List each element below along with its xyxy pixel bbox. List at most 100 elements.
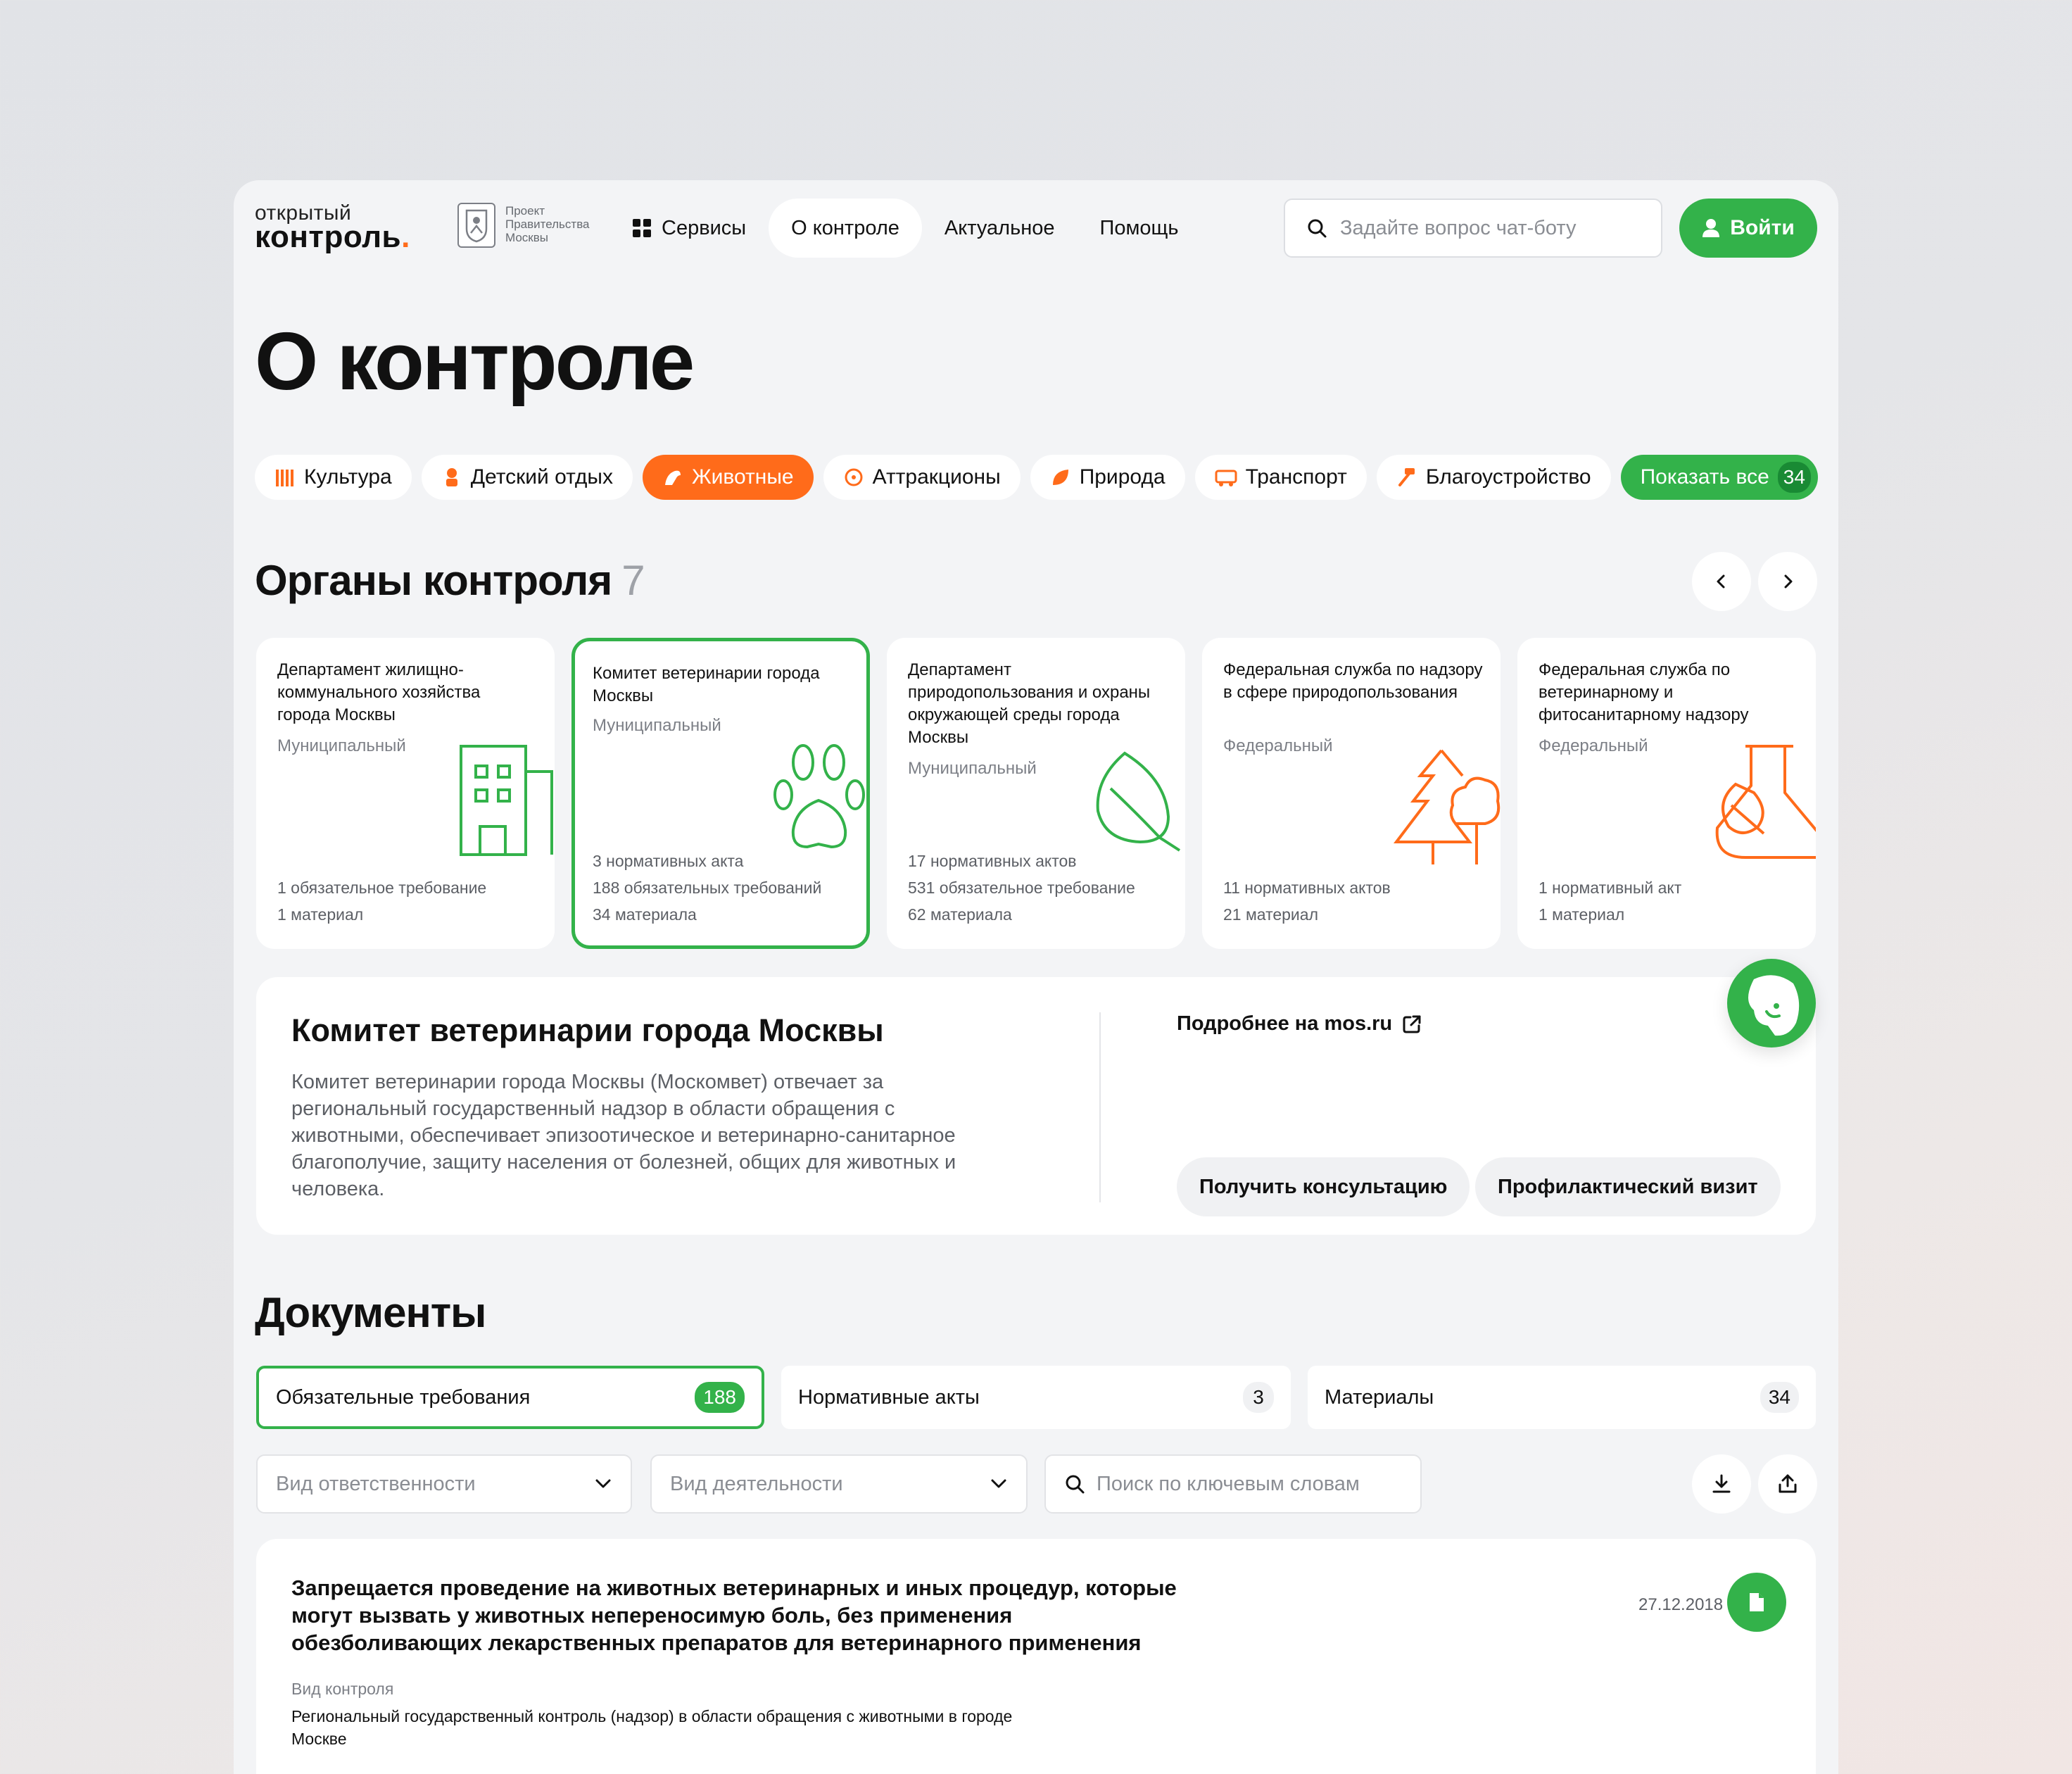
authorities-count: 7 [621, 557, 645, 604]
trees-icon [1393, 749, 1501, 864]
search-icon [1308, 219, 1327, 238]
chip-kids-label: Детский отдых [470, 465, 613, 489]
tab-normative-acts[interactable]: Нормативные акты 3 [781, 1366, 1291, 1429]
card-type: Муниципальный [277, 736, 406, 755]
ferris-wheel-icon [845, 468, 863, 486]
card-stat: 17 нормативных актов [908, 852, 1077, 870]
user-icon [1703, 219, 1720, 237]
chip-kids[interactable]: Детский отдых [421, 455, 633, 500]
carousel-prev-button[interactable] [1692, 552, 1751, 611]
building-icon [460, 745, 553, 856]
mos-ru-link[interactable]: Подробнее на mos.ru [1177, 1012, 1422, 1036]
card-stat: 11 нормативных актов [1223, 879, 1391, 897]
carousel-next-button[interactable] [1758, 552, 1817, 611]
card-name: Комитет ветеринарии города Москвы [593, 664, 820, 705]
chip-attractions[interactable]: Аттракционы [823, 455, 1021, 500]
chip-improvement[interactable]: Благоустройство [1376, 455, 1611, 500]
external-link-icon [1403, 1015, 1421, 1033]
chatbot-button[interactable] [1727, 959, 1816, 1048]
chip-culture[interactable]: Культура [255, 455, 412, 500]
moscow-crest-icon [457, 203, 495, 248]
preventive-visit-button[interactable]: Профилактический визит [1475, 1157, 1781, 1216]
document-date: 27.12.2018 [1638, 1595, 1724, 1614]
consultation-button[interactable]: Получить консультацию [1177, 1157, 1470, 1216]
chip-nature-label: Природа [1079, 465, 1166, 489]
chip-nature[interactable]: Природа [1030, 455, 1185, 500]
child-icon [446, 468, 457, 486]
chip-transport[interactable]: Транспорт [1194, 455, 1367, 500]
show-all-count: 34 [1777, 462, 1811, 493]
card-stats: 17 нормативных актов 531 обязательное тр… [908, 848, 1135, 928]
authorities-title: Органы контроля [255, 557, 612, 604]
theater-icon [276, 470, 293, 486]
document-meta-value: Региональный государственный контроль (н… [291, 1707, 1013, 1748]
authority-detail: Комитет ветеринарии города Москвы Комите… [256, 977, 1816, 1235]
download-button[interactable] [1692, 1454, 1751, 1514]
card-stat: 1 нормативный акт [1539, 879, 1682, 897]
tab-materials[interactable]: Материалы 34 [1308, 1366, 1816, 1429]
preventive-visit-label: Профилактический визит [1498, 1175, 1758, 1198]
tab-requirements-label: Обязательные требования [276, 1385, 531, 1409]
authority-card-housing[interactable]: Департамент жилищно-коммунального хозяйс… [256, 638, 555, 949]
keyword-search-input[interactable]: Поиск по ключевым словам [1044, 1454, 1422, 1514]
card-stats: 1 обязательное требование 1 материал [277, 874, 486, 928]
card-stat: 1 материал [1539, 905, 1625, 924]
responsibility-select-value: Вид ответственности [276, 1472, 476, 1495]
card-type: Федеральный [1223, 736, 1333, 755]
chatbot-search-input[interactable]: Задайте вопрос чат-боту [1284, 199, 1662, 258]
card-name: Федеральная служба по ветеринарному и фи… [1539, 660, 1749, 724]
nav-about[interactable]: О контроле [769, 199, 922, 258]
activity-select[interactable]: Вид деятельности [650, 1454, 1028, 1514]
card-name: Департамент природопользования и охраны … [908, 660, 1151, 747]
card-stat: 34 материала [593, 905, 697, 924]
document-item[interactable]: Запрещается проведение на животных ветер… [256, 1539, 1816, 1774]
nav-news[interactable]: Актуальное [922, 199, 1078, 258]
document-open-button[interactable] [1727, 1573, 1786, 1632]
responsibility-select[interactable]: Вид ответственности [256, 1454, 632, 1514]
tab-materials-count: 34 [1760, 1382, 1799, 1413]
file-icon [1750, 1593, 1764, 1611]
card-stat: 188 обязательных требований [593, 879, 822, 897]
hammer-icon [1398, 468, 1415, 486]
main-panel: открытый контроль. Проект Правительства … [234, 180, 1838, 1774]
card-stats: 3 нормативных акта 188 обязательных треб… [593, 848, 821, 928]
nav-help[interactable]: Помощь [1077, 199, 1201, 258]
leaf-icon [1096, 751, 1181, 852]
logo[interactable]: контроль. [255, 220, 410, 255]
show-all-button[interactable]: Показать все 34 [1620, 455, 1818, 500]
tab-materials-label: Материалы [1325, 1385, 1434, 1409]
chevron-down-icon [991, 1479, 1006, 1488]
card-type: Муниципальный [593, 716, 721, 735]
chip-improvement-label: Благоустройство [1425, 465, 1591, 489]
nav-services-label: Сервисы [662, 216, 747, 239]
chip-culture-label: Культура [304, 465, 392, 489]
card-stat: 62 материала [908, 905, 1012, 924]
mos-ru-link-label: Подробнее на mos.ru [1177, 1012, 1393, 1035]
tab-normative-acts-count: 3 [1243, 1382, 1274, 1413]
login-button[interactable]: Войти [1679, 199, 1817, 258]
keyword-search-placeholder: Поиск по ключевым словам [1097, 1472, 1360, 1495]
upload-icon [1779, 1474, 1797, 1493]
authority-card-rosprirodnadzor[interactable]: Федеральная служба по надзору в сфере пр… [1202, 638, 1501, 949]
tab-normative-acts-label: Нормативные акты [798, 1385, 980, 1409]
main-nav: Сервисы О контроле Актуальное Помощь [632, 199, 1201, 258]
authority-card-nature[interactable]: Департамент природопользования и охраны … [887, 638, 1185, 949]
divider [1099, 1012, 1101, 1202]
nav-help-label: Помощь [1099, 216, 1179, 239]
share-button[interactable] [1758, 1454, 1817, 1514]
consultation-label: Получить консультацию [1199, 1175, 1448, 1198]
chip-attractions-label: Аттракционы [872, 465, 1001, 489]
card-stats: 11 нормативных актов 21 материал [1223, 874, 1391, 928]
tab-requirements[interactable]: Обязательные требования 188 [256, 1366, 764, 1429]
search-placeholder: Задайте вопрос чат-боту [1340, 216, 1577, 239]
card-name: Федеральная служба по надзору в сфере пр… [1223, 660, 1483, 702]
card-stat: 1 обязательное требование [277, 879, 487, 897]
document-meta-label: Вид контроля [291, 1680, 394, 1698]
authority-card-rosselkhoznadzor[interactable]: Федеральная служба по ветеринарному и фи… [1517, 638, 1816, 949]
search-icon [1066, 1475, 1085, 1494]
paw-icon [773, 744, 865, 849]
tab-requirements-count: 188 [695, 1382, 745, 1413]
nav-services[interactable]: Сервисы [632, 199, 769, 258]
authority-card-veterinary[interactable]: Комитет ветеринарии города Москвы Муници… [571, 638, 870, 949]
chip-animals[interactable]: Животные [642, 455, 814, 500]
